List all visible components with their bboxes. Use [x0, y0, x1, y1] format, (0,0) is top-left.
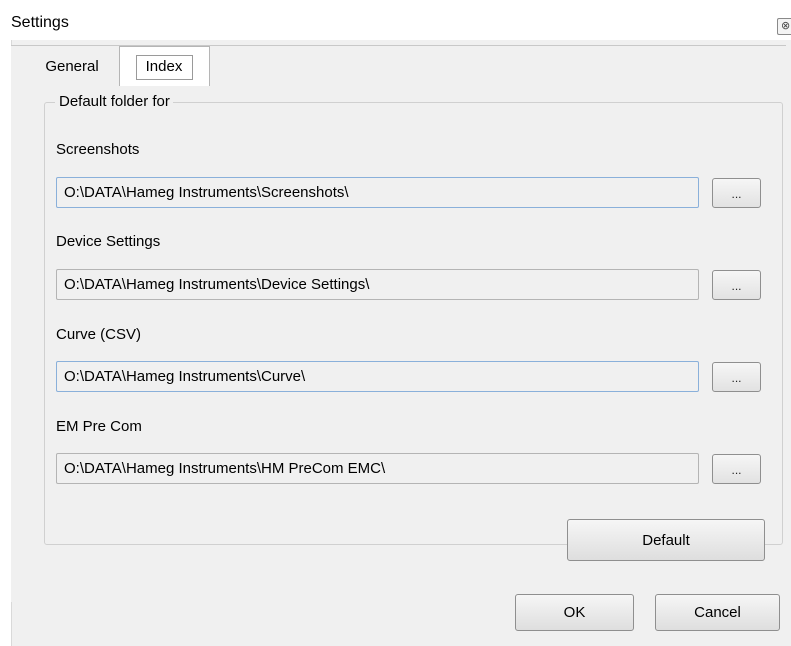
cancel-button-label: Cancel	[694, 604, 741, 621]
device-settings-path-field[interactable]: O:\DATA\Hameg Instruments\Device Setting…	[56, 269, 699, 300]
ok-button[interactable]: OK	[515, 594, 634, 631]
curve-csv-path-field[interactable]: O:\DATA\Hameg Instruments\Curve\	[56, 361, 699, 392]
close-icon: ⊗	[781, 20, 791, 32]
window-title: Settings	[11, 14, 69, 31]
group-legend: Default folder for	[55, 93, 173, 110]
tab-index-label: Index	[135, 55, 194, 80]
device-settings-label: Device Settings	[56, 233, 161, 250]
em-pre-com-browse-button[interactable]: ...	[712, 454, 761, 484]
tab-general-label: General	[45, 58, 99, 75]
title-bar: Settings ⊗	[0, 0, 791, 40]
default-button-label: Default	[642, 531, 690, 549]
screenshots-browse-button[interactable]: ...	[712, 178, 761, 208]
em-pre-com-path-field[interactable]: O:\DATA\Hameg Instruments\HM PreCom EMC\	[56, 453, 699, 484]
screenshots-path-field[interactable]: O:\DATA\Hameg Instruments\Screenshots\	[56, 177, 699, 208]
tab-index[interactable]: Index	[119, 46, 210, 86]
cancel-button[interactable]: Cancel	[655, 594, 780, 631]
screenshots-label: Screenshots	[56, 141, 140, 158]
em-pre-com-label: EM Pre Com	[56, 418, 142, 435]
ok-button-label: OK	[563, 604, 586, 621]
tab-general[interactable]: General	[25, 48, 119, 85]
close-button[interactable]: ⊗	[777, 18, 791, 35]
curve-csv-label: Curve (CSV)	[56, 326, 142, 343]
curve-csv-browse-button[interactable]: ...	[712, 362, 761, 392]
default-button[interactable]: Default	[567, 519, 765, 561]
device-settings-browse-button[interactable]: ...	[712, 270, 761, 300]
